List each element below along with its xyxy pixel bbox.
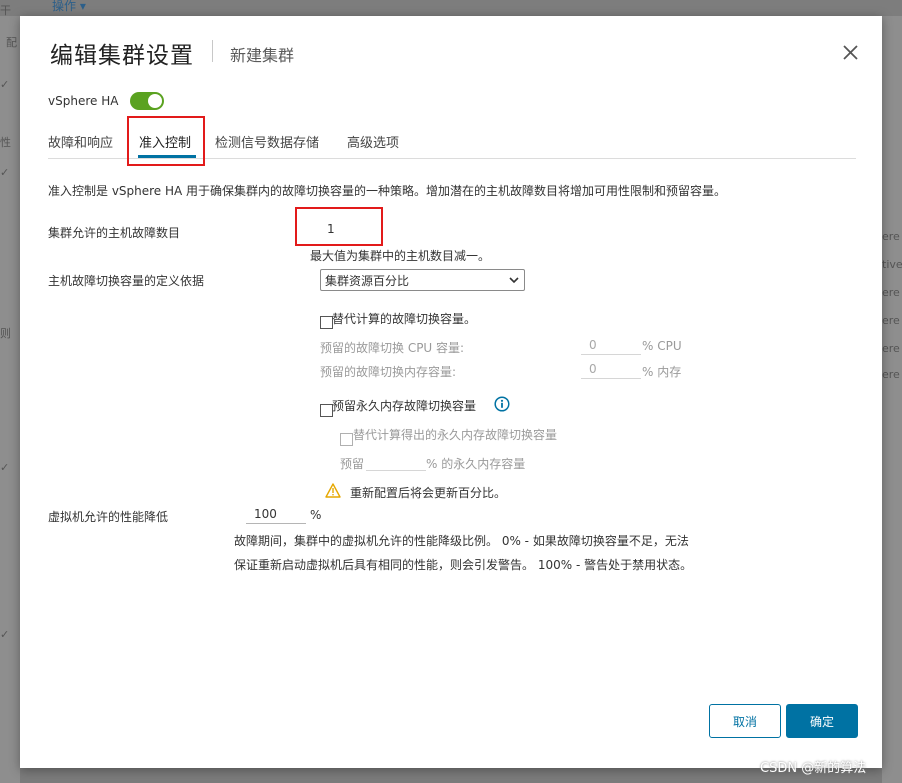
background-fragment: ere bbox=[882, 342, 900, 355]
background-right-panel bbox=[882, 16, 902, 783]
background-fragment: ✓ bbox=[0, 166, 10, 179]
perf-description-line2: 保证重新启动虚拟机后具有相同的性能，则会引发警告。 100% - 警告处于禁用状… bbox=[234, 558, 693, 572]
cpu-unit: % CPU bbox=[642, 339, 682, 353]
background-fragment: ✓ bbox=[0, 628, 10, 641]
capacity-definition-label: 主机故障切换容量的定义依据 bbox=[48, 274, 205, 288]
background-fragment: ere bbox=[882, 368, 900, 381]
tab-failures-and-responses[interactable]: 故障和响应 bbox=[48, 132, 113, 151]
vsphere-ha-toggle[interactable] bbox=[130, 92, 164, 110]
override-failover-label: 替代计算的故障切换容量。 bbox=[332, 312, 477, 326]
watermark: CSDN @新的算法 bbox=[760, 761, 867, 776]
background-fragment: ere bbox=[882, 286, 900, 299]
background-fragment: ere bbox=[882, 314, 900, 327]
background-fragment: tive bbox=[882, 258, 902, 271]
capacity-definition-value: 集群资源百分比 bbox=[325, 274, 410, 288]
close-button[interactable] bbox=[840, 42, 862, 64]
background-header: 操作 ▾ bbox=[0, 0, 902, 16]
background-fragment: 配 bbox=[6, 36, 17, 49]
tab-advanced-options[interactable]: 高级选项 bbox=[347, 132, 399, 151]
background-fragment: 干 bbox=[0, 4, 11, 17]
pmem-suffix: % 的永久内存容量 bbox=[426, 457, 526, 471]
perf-description-line1: 故障期间，集群中的虚拟机允许的性能降级比例。 0% - 如果故障切换容量不足，无… bbox=[234, 534, 689, 548]
background-fragment: 则 bbox=[0, 327, 11, 340]
admission-control-description: 准入控制是 vSphere HA 用于确保集群内的故障切换容量的一种策略。增加潜… bbox=[48, 184, 727, 198]
pmem-override-label: 替代计算得出的永久内存故障切换容量 bbox=[353, 428, 558, 442]
background-fragment: 性 bbox=[0, 136, 11, 149]
info-icon[interactable] bbox=[494, 396, 510, 412]
toggle-knob bbox=[148, 94, 162, 108]
capacity-definition-select[interactable]: 集群资源百分比 bbox=[320, 269, 525, 291]
cpu-reserve-input[interactable] bbox=[581, 338, 641, 355]
background-ops-menu: 操作 ▾ bbox=[52, 0, 86, 13]
pmem-override-checkbox[interactable] bbox=[340, 433, 353, 446]
chevron-down-icon bbox=[509, 277, 519, 284]
background-footer bbox=[20, 768, 882, 783]
background-left-panel bbox=[0, 16, 20, 783]
title-divider bbox=[212, 40, 213, 62]
highlight-box-host-failures bbox=[295, 207, 383, 246]
pmem-prefix: 预留 bbox=[340, 457, 365, 471]
background-fragment: ✓ bbox=[0, 78, 10, 91]
pmem-reserve-input[interactable] bbox=[366, 454, 426, 471]
host-failures-hint: 最大值为集群中的主机数目减一。 bbox=[310, 249, 491, 263]
perf-unit: % bbox=[310, 508, 322, 522]
tab-heartbeat-datastores[interactable]: 检测信号数据存储 bbox=[215, 132, 319, 151]
mem-reserve-label: 预留的故障切换内存容量: bbox=[320, 365, 457, 379]
perf-degradation-input[interactable] bbox=[246, 507, 306, 524]
mem-unit: % 内存 bbox=[642, 365, 682, 379]
ok-button[interactable]: 确定 bbox=[786, 704, 858, 738]
cancel-button[interactable]: 取消 bbox=[709, 704, 781, 738]
perf-degradation-label: 虚拟机允许的性能降低 bbox=[48, 510, 169, 524]
dialog-subtitle: 新建集群 bbox=[230, 46, 295, 65]
vsphere-ha-label: vSphere HA bbox=[48, 94, 119, 108]
background-fragment: ✓ bbox=[0, 461, 10, 474]
highlight-box-tab bbox=[127, 116, 205, 166]
pmem-reserve-label: 预留永久内存故障切换容量 bbox=[332, 399, 477, 413]
warning-icon bbox=[325, 483, 341, 498]
edit-cluster-settings-dialog: 编辑集群设置 新建集群 vSphere HA 故障和响应 准入控制 检测信号数据… bbox=[20, 16, 882, 768]
host-failures-label: 集群允许的主机故障数目 bbox=[48, 226, 181, 240]
background-fragment: ere bbox=[882, 230, 900, 243]
dialog-title: 编辑集群设置 bbox=[50, 43, 194, 69]
mem-reserve-input[interactable] bbox=[581, 362, 641, 379]
close-icon bbox=[843, 45, 858, 60]
cpu-reserve-label: 预留的故障切换 CPU 容量: bbox=[320, 341, 465, 355]
warning-message: 重新配置后将会更新百分比。 bbox=[350, 486, 507, 500]
